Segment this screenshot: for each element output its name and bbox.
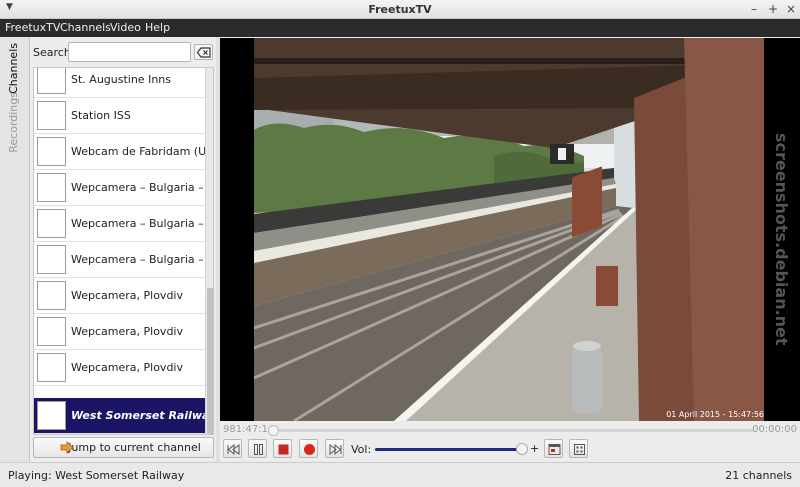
channel-row-selected[interactable]: West Somerset Railway [34, 398, 205, 434]
channel-logo [37, 68, 66, 94]
jump-arrow-icon [60, 441, 74, 454]
menu-help[interactable]: Help [145, 21, 170, 34]
volume-slider-handle[interactable] [516, 443, 528, 455]
volume-plus-label: + [530, 442, 540, 455]
channel-logo [37, 209, 66, 238]
pause-icon [254, 444, 263, 455]
minimize-icon[interactable]: – [747, 2, 761, 16]
channel-count: 21 channels [725, 469, 792, 482]
channel-name: Wepcamera, Plovdiv [71, 361, 183, 374]
channel-name: Station ISS [71, 109, 131, 122]
channel-row[interactable]: Wepcamera – Bulgaria – Kiten [34, 170, 205, 206]
record-button[interactable] [299, 439, 318, 458]
channel-row[interactable]: Station ISS [34, 98, 205, 134]
video-frame [254, 38, 764, 421]
window-title: FreetuxTV [368, 3, 432, 16]
previous-channel-button[interactable] [223, 439, 242, 458]
channel-name: Wepcamera – Bulgaria – Kiten [71, 253, 205, 266]
fullscreen-button[interactable] [569, 439, 588, 458]
next-channel-button[interactable] [325, 439, 344, 458]
channel-name: Wepcamera, Plovdiv [71, 325, 183, 338]
channel-name: Webcam de Fabridam (USA) [71, 145, 205, 158]
channel-row[interactable]: Wepcamera, Plovdiv [34, 314, 205, 350]
channel-row[interactable]: Wepcamera, Plovdiv [34, 278, 205, 314]
channel-logo [37, 317, 66, 346]
watermark: screenshots.debian.net [772, 133, 791, 346]
channel-info-button[interactable] [544, 439, 563, 458]
channel-logo [37, 245, 66, 274]
playback-controls: Vol: - + [220, 438, 800, 460]
menu-video[interactable]: Video [110, 21, 141, 34]
channel-row[interactable]: St. Augustine Inns [34, 68, 205, 98]
skip-back-icon [227, 443, 240, 456]
channel-logo [37, 353, 66, 382]
record-icon [304, 444, 315, 455]
window-icon [548, 444, 561, 455]
video-area[interactable]: 01 April 2015 - 15:47:56 screenshots.deb… [220, 38, 800, 421]
stop-button[interactable] [273, 439, 292, 458]
seek-track[interactable] [271, 429, 753, 432]
channel-row[interactable]: Wepcamera – Bulgaria – Kiten [34, 242, 205, 278]
fullscreen-icon [574, 444, 585, 455]
pause-button[interactable] [248, 439, 267, 458]
clear-search-button[interactable] [194, 44, 213, 60]
stop-icon [278, 444, 289, 455]
channel-name: St. Augustine Inns [71, 73, 171, 86]
channel-row[interactable]: Wepcamera, Plovdiv [34, 350, 205, 386]
jump-to-current-channel-button[interactable]: Jump to current channel [33, 437, 214, 458]
channel-list: St. Augustine Inns Station ISS Webcam de… [33, 67, 214, 435]
channel-name: West Somerset Railway [71, 409, 205, 422]
video-timestamp: 01 April 2015 - 15:47:56 [666, 410, 764, 419]
channel-row[interactable]: Webcam de Fabridam (USA) [34, 134, 205, 170]
channel-name: Wepcamera – Bulgaria – Kiten [71, 181, 205, 194]
playing-status: Playing: West Somerset Railway [8, 469, 185, 482]
volume-fill [375, 448, 522, 451]
close-icon[interactable]: × [784, 2, 798, 16]
seek-slider-handle[interactable] [268, 425, 279, 436]
menu-channels[interactable]: Channels [60, 21, 111, 34]
volume-track[interactable] [375, 448, 525, 451]
channel-name: Wepcamera – Bulgaria – Kiten [71, 217, 205, 230]
channel-list-scrollbar[interactable] [205, 68, 213, 434]
elapsed-time: 981:47:14 [223, 424, 275, 435]
menu-bar: FreetuxTV Channels Video Help [0, 19, 800, 37]
scrollbar-thumb[interactable] [207, 288, 213, 434]
channel-row[interactable]: Wepcamera – Bulgaria – Kiten [34, 206, 205, 242]
seek-bar[interactable]: 981:47:14 00:00:00 [220, 423, 800, 437]
title-bar: ▼ FreetuxTV – + × [0, 0, 800, 19]
clear-icon [197, 47, 211, 58]
search-input[interactable] [68, 42, 191, 62]
channel-logo [37, 173, 66, 202]
menu-freetuxtv[interactable]: FreetuxTV [5, 21, 60, 34]
channel-name: Wepcamera, Plovdiv [71, 289, 183, 302]
channel-logo [37, 401, 66, 430]
railway-scene-image [254, 38, 764, 421]
remaining-time: 00:00:00 [752, 424, 797, 435]
side-tabs: Channels Recordings [0, 37, 30, 462]
channel-logo [37, 101, 66, 130]
channel-panel: Search: St. Augustine Inns Station ISS W… [30, 37, 216, 462]
skip-forward-icon [329, 443, 342, 456]
channel-logo [37, 281, 66, 310]
maximize-icon[interactable]: + [766, 2, 780, 16]
channel-logo [37, 137, 66, 166]
tab-recordings[interactable]: Recordings [7, 92, 20, 153]
status-bar: Playing: West Somerset Railway 21 channe… [0, 462, 800, 487]
tab-channels[interactable]: Channels [7, 43, 20, 94]
